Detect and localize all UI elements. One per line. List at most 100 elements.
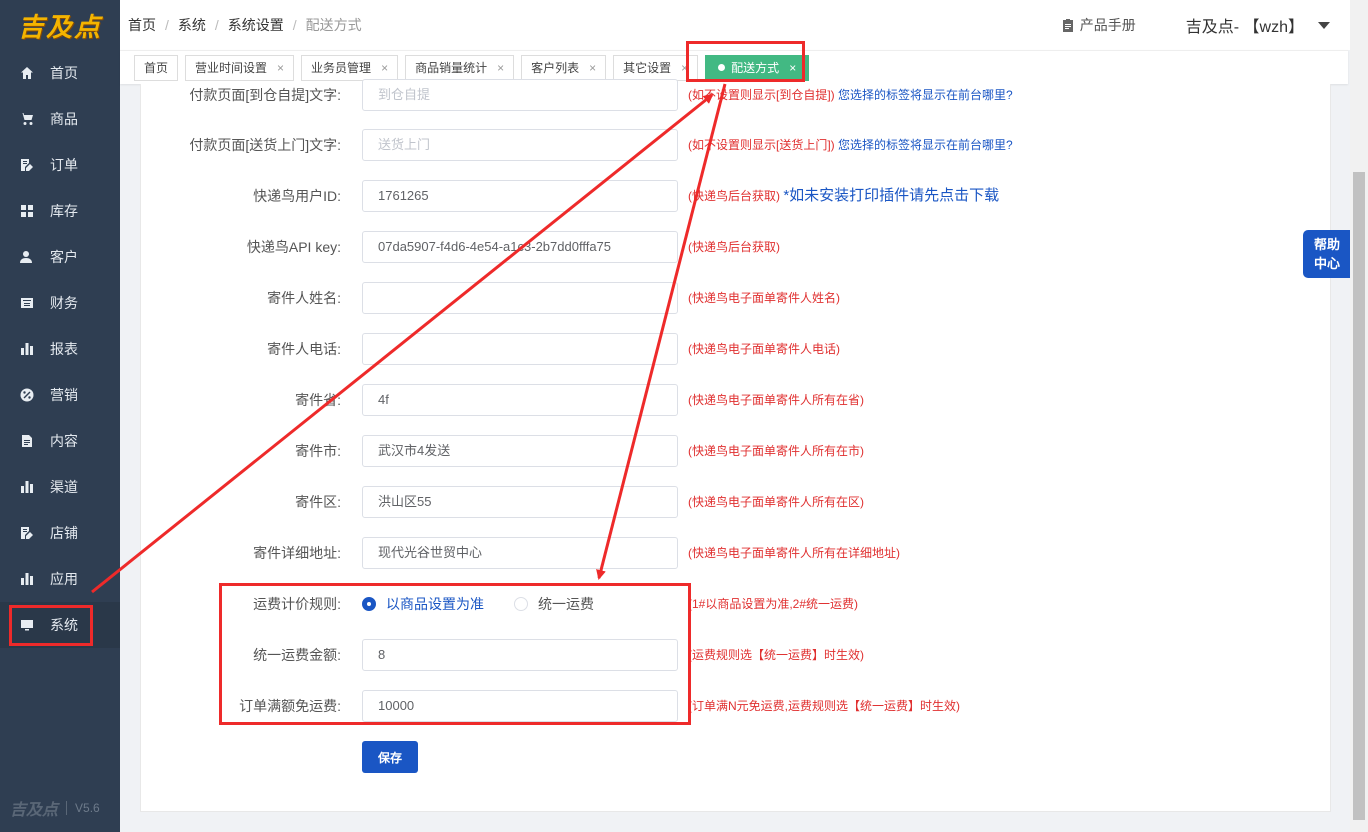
sidebar-item-label: 商品 xyxy=(50,111,78,127)
help-link[interactable]: 您选择的标签将显示在前台哪里? xyxy=(838,88,1013,102)
pickup-text-input[interactable]: 到仓自提 xyxy=(362,79,678,111)
clipboard-icon xyxy=(1062,19,1073,32)
form-row-delivery-text: 付款页面[送货上门]文字: 送货上门 (如不设置则显示[送货上门]) 您选择的标… xyxy=(141,129,1330,161)
form-row-sender-address: 寄件详细地址: 现代光谷世贸中心 (快递鸟电子面单寄件人所有在详细地址) xyxy=(141,537,1330,569)
field-hint: (快递鸟后台获取) xyxy=(688,240,780,254)
help-link[interactable]: 您选择的标签将显示在前台哪里? xyxy=(838,138,1013,152)
form-row-sender-phone: 寄件人电话: (快递鸟电子面单寄件人电话) xyxy=(141,333,1330,365)
annotation-box-system xyxy=(9,605,93,646)
field-hint: (如不设置则显示[送货上门]) 您选择的标签将显示在前台哪里? xyxy=(688,138,1013,152)
page-scrollbar[interactable] xyxy=(1350,0,1368,832)
help-line-1: 帮助 xyxy=(1313,237,1340,252)
save-button[interactable]: 保存 xyxy=(362,741,418,773)
breadcrumb-settings[interactable]: 系统设置 xyxy=(228,15,284,35)
field-label: 付款页面[送货上门]文字: xyxy=(189,137,341,153)
document-edit-icon xyxy=(20,158,34,172)
download-plugin-link[interactable]: *如未安装打印插件请先点击下载 xyxy=(783,187,999,204)
sender-city-input[interactable]: 武汉市4发送 xyxy=(362,435,678,467)
field-label: 寄件市: xyxy=(295,443,341,459)
breadcrumb: 首页 / 系统 / 系统设置 / 配送方式 xyxy=(128,15,362,35)
sidebar-item-label: 订单 xyxy=(50,157,78,173)
breadcrumb-home[interactable]: 首页 xyxy=(128,15,156,35)
sidebar-item-label: 渠道 xyxy=(50,479,78,495)
field-hint: (运费规则选【统一运费】时生效) xyxy=(688,648,864,662)
tab-business-hours[interactable]: 营业时间设置 × xyxy=(185,54,295,81)
header-right: 产品手册 吉及点- 【wzh】 xyxy=(1062,0,1330,50)
tab-salesman[interactable]: 业务员管理 × xyxy=(301,54,399,81)
tab-label: 业务员管理 xyxy=(311,61,372,75)
form-row-kdn-user-id: 快递鸟用户ID: 1761265 (快递鸟后台获取) *如未安装打印插件请先点击… xyxy=(141,180,1330,212)
sidebar-item-customers[interactable]: 客户 xyxy=(0,234,120,280)
sidebar-item-channels[interactable]: 渠道 xyxy=(0,464,120,510)
tab-label: 客户列表 xyxy=(531,61,580,75)
form-row-sender-district: 寄件区: 洪山区55 (快递鸟电子面单寄件人所有在区) xyxy=(141,486,1330,518)
field-label: 寄件区: xyxy=(295,494,341,510)
field-hint: (1#以商品设置为准,2#统一运费) xyxy=(688,597,859,611)
field-hint: (如不设置则显示[到仓自提]) 您选择的标签将显示在前台哪里? xyxy=(688,88,1013,102)
close-icon[interactable]: × xyxy=(381,61,388,75)
sidebar-item-finance[interactable]: 财务 xyxy=(0,280,120,326)
sender-name-input[interactable] xyxy=(362,282,678,314)
field-hint: (订单满N元免运费,运费规则选【统一运费】时生效) xyxy=(688,699,960,713)
product-manual-link[interactable]: 产品手册 xyxy=(1062,15,1136,35)
percent-icon xyxy=(20,388,34,402)
field-label: 快递鸟用户ID: xyxy=(253,188,341,204)
sender-district-input[interactable]: 洪山区55 xyxy=(362,486,678,518)
sidebar-item-label: 应用 xyxy=(50,571,78,587)
field-hint: (快递鸟电子面单寄件人所有在详细地址) xyxy=(688,546,900,560)
form-row-sender-city: 寄件市: 武汉市4发送 (快递鸟电子面单寄件人所有在市) xyxy=(141,435,1330,467)
footer-divider xyxy=(66,801,68,815)
breadcrumb-system[interactable]: 系统 xyxy=(178,15,206,35)
sidebar-item-stores[interactable]: 店铺 xyxy=(0,510,120,556)
sidebar-item-home[interactable]: 首页 xyxy=(0,50,120,96)
form-row-sender-province: 寄件省: 4f (快递鸟电子面单寄件人所有在省) xyxy=(141,384,1330,416)
sidebar-menu: 首页 商品 订单 库存 客户 财务 报表 营销 内容 渠道 店铺 应用 系统 xyxy=(0,50,120,648)
sender-phone-input[interactable] xyxy=(362,333,678,365)
field-hint: (快递鸟后台获取) *如未安装打印插件请先点击下载 xyxy=(688,187,1000,204)
bar-chart-icon xyxy=(20,480,34,494)
breadcrumb-separator: / xyxy=(165,17,169,33)
sidebar-item-reports[interactable]: 报表 xyxy=(0,326,120,372)
field-label: 寄件详细地址: xyxy=(253,545,341,561)
annotation-box-fee-settings xyxy=(219,583,691,725)
field-hint: (快递鸟电子面单寄件人所有在省) xyxy=(688,393,864,407)
user-icon xyxy=(20,250,34,264)
tab-label: 首页 xyxy=(144,61,169,75)
field-hint: (快递鸟电子面单寄件人姓名) xyxy=(688,291,840,305)
sidebar-item-label: 库存 xyxy=(50,203,78,219)
close-icon[interactable]: × xyxy=(277,61,284,75)
sidebar-item-label: 内容 xyxy=(50,433,78,449)
sender-address-input[interactable]: 现代光谷世贸中心 xyxy=(362,537,678,569)
bar-chart-icon xyxy=(20,342,34,356)
sender-province-input[interactable]: 4f xyxy=(362,384,678,416)
kdn-user-id-input[interactable]: 1761265 xyxy=(362,180,678,212)
sidebar-item-inventory[interactable]: 库存 xyxy=(0,188,120,234)
form-row-pickup-text: 付款页面[到仓自提]文字: 到仓自提 (如不设置则显示[到仓自提]) 您选择的标… xyxy=(141,79,1330,111)
sidebar-item-orders[interactable]: 订单 xyxy=(0,142,120,188)
user-menu[interactable]: 吉及点- 【wzh】 xyxy=(1186,13,1330,37)
tab-sales-stats[interactable]: 商品销量统计 × xyxy=(405,54,515,81)
field-hint: (快递鸟电子面单寄件人所有在市) xyxy=(688,444,864,458)
annotation-box-tab xyxy=(686,41,805,82)
kdn-api-key-input[interactable]: 07da5907-f4d6-4e54-a1c3-2b7dd0fffa75 xyxy=(362,231,678,263)
sidebar-item-label: 营销 xyxy=(50,387,78,403)
sidebar-item-marketing[interactable]: 营销 xyxy=(0,372,120,418)
close-icon[interactable]: × xyxy=(589,61,596,75)
cart-icon xyxy=(20,112,34,126)
breadcrumb-separator: / xyxy=(292,17,297,33)
brand-logo[interactable]: 吉及点 xyxy=(0,0,120,50)
tab-label: 商品销量统计 xyxy=(415,61,488,75)
help-center-button[interactable]: 帮助 中心 xyxy=(1303,230,1351,278)
tab-customer-list[interactable]: 客户列表 × xyxy=(521,54,607,81)
bar-chart-icon xyxy=(20,572,34,586)
close-icon[interactable]: × xyxy=(497,61,504,75)
field-hint: (快递鸟电子面单寄件人电话) xyxy=(688,342,840,356)
scrollbar-thumb[interactable] xyxy=(1353,172,1365,820)
sidebar-item-products[interactable]: 商品 xyxy=(0,96,120,142)
tab-home[interactable]: 首页 xyxy=(134,54,179,81)
version-label: V5.6 xyxy=(75,801,100,815)
delivery-text-input[interactable]: 送货上门 xyxy=(362,129,678,161)
sidebar-item-apps[interactable]: 应用 xyxy=(0,556,120,602)
sidebar-footer: 吉及点 V5.6 xyxy=(10,796,100,820)
sidebar-item-content[interactable]: 内容 xyxy=(0,418,120,464)
